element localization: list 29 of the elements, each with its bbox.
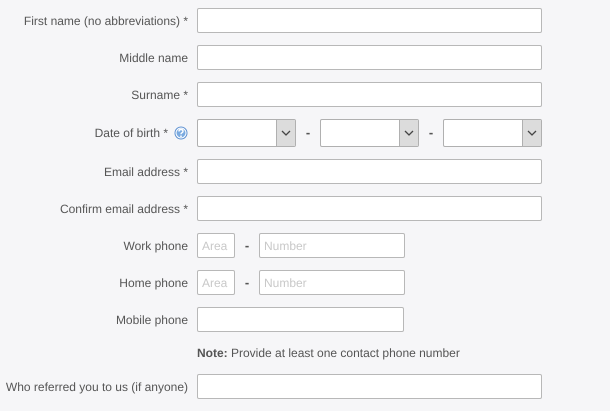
- text-field[interactable]: [197, 8, 542, 33]
- field-label: Email address *: [104, 164, 188, 178]
- dash-separator: -: [428, 124, 434, 142]
- text-field[interactable]: [197, 374, 542, 399]
- text-field[interactable]: [197, 45, 542, 70]
- field-label: Surname *: [131, 88, 188, 102]
- field-label: Date of birth *: [94, 126, 168, 140]
- dash-separator: -: [244, 236, 250, 255]
- date-dropdown[interactable]: [197, 119, 296, 147]
- field-label: Home phone: [119, 276, 188, 290]
- field-label: Confirm email address *: [60, 202, 188, 216]
- field-label: Middle name: [119, 50, 188, 64]
- text-field[interactable]: [197, 196, 542, 221]
- field-label: Mobile phone: [116, 312, 188, 326]
- chevron-down-icon: [527, 130, 537, 136]
- chevron-down-icon: [281, 130, 291, 136]
- date-dropdown[interactable]: [320, 119, 419, 147]
- field-label: Work phone: [124, 238, 188, 252]
- text-field[interactable]: [197, 159, 542, 184]
- dash-separator: -: [304, 124, 312, 142]
- text-field[interactable]: [197, 307, 404, 332]
- chevron-down-icon: [404, 130, 414, 136]
- note-text: Note: Provide at least one contact phone number: [197, 345, 460, 362]
- help-icon[interactable]: [174, 126, 188, 140]
- date-dropdown[interactable]: [443, 119, 542, 147]
- dash-separator: -: [244, 274, 250, 292]
- field-label: First name (no abbreviations) *: [24, 14, 188, 28]
- field-label: Who referred you to us (if anyone): [6, 380, 188, 394]
- text-field[interactable]: [197, 82, 542, 107]
